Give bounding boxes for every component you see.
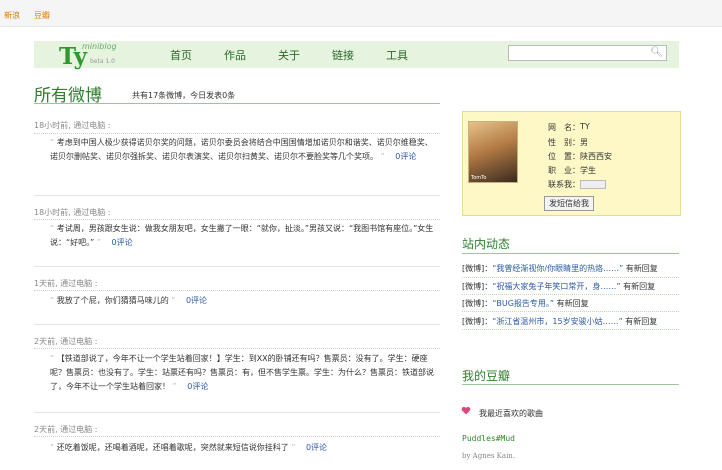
quote-icon: “ <box>50 443 55 452</box>
comment-link[interactable]: 0评论 <box>395 152 416 161</box>
news-tag: [微博]： <box>462 299 493 308</box>
quote-icon: “ <box>50 354 55 363</box>
news-item: [微博]：“浙江省温州市，15岁安骏小姑……” 有新回复 <box>462 316 657 327</box>
top-bar: 新浪 豆瓣 <box>0 0 722 27</box>
douban-title: 我的豆瓣 <box>462 369 511 383</box>
post-meta: 2天前, 通过电脑 : <box>34 425 98 434</box>
post-text: 【铁道部说了，今年不让一个学生站着回家！】学生：到XX的卧铺还有吗？售票员：没有… <box>50 354 434 391</box>
post-item: “ 考试周，男孩跟女生说：做我女朋友吧，女生撇了一眼：“就你，扯淡。”男孩又说：… <box>50 222 440 250</box>
profile-label-job: 职 业： <box>548 166 580 175</box>
profile-value-gender: 男 <box>580 138 588 147</box>
profile-label-contact: 联系我： <box>548 180 580 189</box>
divider <box>34 103 440 104</box>
topbar-link-douban[interactable]: 豆瓣 <box>34 10 50 21</box>
heart-icon <box>461 406 471 415</box>
nav-home[interactable]: 首页 <box>170 47 192 63</box>
post-meta: 2天前, 通过电脑 : <box>34 337 98 346</box>
im-status-icon[interactable] <box>580 180 606 189</box>
post-item: “ 还吃着饭呢，还喝着酒呢，还唱着歌呢，突然就来短信说你挂科了 ” 0评论 <box>50 441 440 455</box>
post-meta: 18小时前, 通过电脑 : <box>34 121 111 130</box>
profile-value-name: TY <box>580 122 590 131</box>
divider <box>462 277 679 278</box>
news-suffix: 有新回复 <box>625 264 658 273</box>
post-meta: 18小时前, 通过电脑 : <box>34 208 111 217</box>
profile-label-gender: 性 别： <box>548 138 580 147</box>
nav-about[interactable]: 关于 <box>278 47 300 63</box>
quote-icon: “ <box>50 138 55 147</box>
divider <box>34 412 440 413</box>
divider <box>34 348 440 349</box>
nav-works[interactable]: 作品 <box>224 47 246 63</box>
avatar[interactable]: TomTo <box>468 121 518 183</box>
site-header: Ty miniblog beta 1.0 首页 作品 关于 链接 工具 🔍︎ <box>34 41 679 70</box>
search-icon[interactable]: 🔍︎ <box>650 47 663 58</box>
quote-icon: ” <box>291 443 296 452</box>
search-input[interactable]: 🔍︎ <box>508 45 667 61</box>
news-suffix: 有新回复 <box>625 317 658 326</box>
profile-label-name: 网 名： <box>548 123 580 132</box>
quote-icon: ” <box>96 238 101 247</box>
comment-link[interactable]: 0评论 <box>306 443 327 452</box>
profile-value-job: 学生 <box>580 166 596 175</box>
post-meta: 1天前, 通过电脑 : <box>34 279 98 288</box>
song-link[interactable]: Puddles#Mud <box>462 434 515 443</box>
send-message-button[interactable]: 发短信给我 <box>544 196 594 211</box>
quote-icon: “ <box>50 224 55 233</box>
divider <box>462 311 679 312</box>
divider <box>34 195 440 196</box>
logo-subtitle: miniblog <box>82 42 117 51</box>
avatar-caption: TomTo <box>471 175 487 181</box>
post-text: 考试周，男孩跟女生说：做我女朋友吧，女生撇了一眼：“就你，扯淡。”男孩又说：“我… <box>50 224 434 247</box>
news-link[interactable]: “浙江省温州市，15岁安骏小姑……” <box>492 317 622 326</box>
news-link[interactable]: “我曾经渐视你/你眼睛里的热烙……” <box>492 264 623 273</box>
news-link[interactable]: “祝福大家兔子年笑口常开，身……” <box>492 282 620 291</box>
post-item: “ 我放了个屁，你们猜猜马味儿的 ” 0评论 <box>50 294 440 308</box>
post-item: “ 【铁道部说了，今年不让一个学生站着回家！】学生：到XX的卧铺还有吗？售票员：… <box>50 352 440 394</box>
quote-icon: ” <box>172 382 177 391</box>
divider <box>462 329 679 330</box>
news-suffix: 有新回复 <box>556 299 589 308</box>
song-artist: by Agnes Kain. <box>462 452 516 460</box>
topbar-link-sina[interactable]: 新浪 <box>4 10 20 21</box>
divider <box>34 219 440 220</box>
comment-link[interactable]: 0评论 <box>186 296 207 305</box>
divider <box>34 324 440 325</box>
post-stats: 共有17条微博，今日发表0条 <box>132 91 236 100</box>
news-tag: [微博]： <box>462 317 493 326</box>
favorite-songs-label: 我最近喜欢的歌曲 <box>479 409 543 418</box>
profile-value-location: 陕西西安 <box>580 152 612 161</box>
divider <box>34 266 440 267</box>
news-item: [微博]：“BUG报告专用。” 有新回复 <box>462 298 589 309</box>
comment-link[interactable]: 0评论 <box>187 382 208 391</box>
nav-links[interactable]: 链接 <box>332 47 354 63</box>
news-tag: [微博]： <box>462 264 493 273</box>
quote-icon: ” <box>171 296 176 305</box>
comment-link[interactable]: 0评论 <box>112 238 133 247</box>
divider <box>462 294 679 295</box>
divider <box>462 384 679 385</box>
divider <box>34 290 440 291</box>
news-suffix: 有新回复 <box>623 282 656 291</box>
divider <box>34 436 440 437</box>
profile-label-location: 位 置： <box>548 152 580 161</box>
news-item: [微博]：“祝福大家兔子年笑口常开，身……” 有新回复 <box>462 281 655 292</box>
divider <box>34 133 440 134</box>
news-tag: [微博]： <box>462 282 493 291</box>
profile-card: TomTo 网 名： TY 性 别： 男 位 置： 陕西西安 职 业： 学生 联… <box>462 111 681 216</box>
post-text: 考虑到中国人极少获得诺贝尔奖的问题，诺贝尔委员会将结合中国国情增加诺贝尔和谐奖、… <box>50 138 433 161</box>
news-link[interactable]: “BUG报告专用。” <box>492 299 554 308</box>
quote-icon: ” <box>380 152 385 161</box>
post-text: 我放了个屁，你们猜猜马味儿的 <box>56 296 169 305</box>
news-title: 站内动态 <box>462 237 511 251</box>
nav-tools[interactable]: 工具 <box>386 47 408 63</box>
post-item: “ 考虑到中国人极少获得诺贝尔奖的问题，诺贝尔委员会将结合中国国情增加诺贝尔和谐… <box>50 136 440 164</box>
quote-icon: “ <box>50 296 55 305</box>
post-text: 还吃着饭呢，还喝着酒呢，还唱着歌呢，突然就来短信说你挂科了 <box>56 443 289 452</box>
news-item: [微博]：“我曾经渐视你/你眼睛里的热烙……” 有新回复 <box>462 263 658 274</box>
logo-version: beta 1.0 <box>90 58 115 65</box>
divider <box>462 253 679 254</box>
